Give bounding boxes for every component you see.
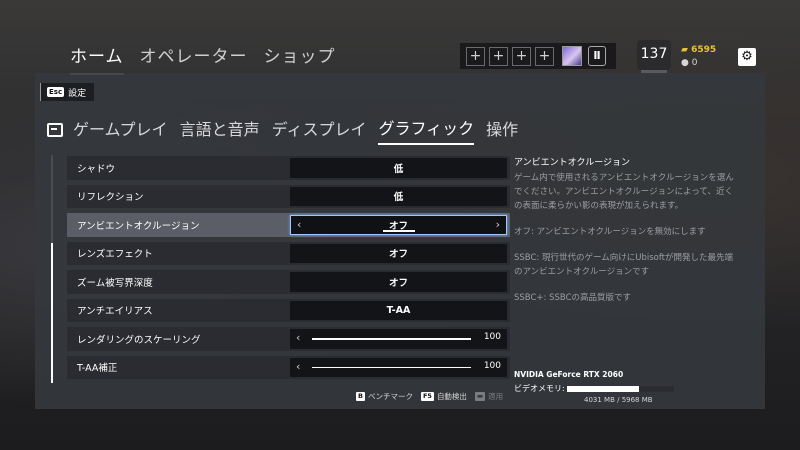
slider-track[interactable] [312,366,471,368]
description-text: ゲーム内で使用されるアンビエントオクルージョンを選んでください。アンビエントオク… [514,173,734,211]
apply-key-icon: ▬ [474,392,486,401]
squad-slots: + + + + Ⅱ [460,43,616,69]
setting-label: シャドウ [77,163,116,175]
chevron-left-icon[interactable]: ‹ [297,218,301,231]
vram-meter: ビデオメモリ: [514,383,674,394]
setting-row-zoom-dof[interactable]: ズーム被写界深度 オフ [67,270,510,294]
setting-value[interactable]: オフ [290,243,507,263]
f5-key-icon: F5 [420,392,434,401]
setting-row-anti-aliasing[interactable]: アンチエイリアス T-AA [67,298,510,322]
gear-icon: ⚙ [741,49,753,64]
nav-home[interactable]: ホーム [70,42,124,75]
description-title: アンビエントオクルージョン [514,158,631,168]
setting-label: T-AA補正 [77,363,118,375]
tab-gameplay[interactable]: ゲームプレイ [73,116,168,144]
gpu-name: NVIDIA GeForce RTX 2060 [514,370,624,379]
tab-controls[interactable]: 操作 [486,116,518,144]
setting-value[interactable]: 低 [290,158,507,178]
setting-label: リフレクション [77,192,144,204]
description-option: SSBC: 現行世代のゲーム向けにUbisoftが開発した最先端のアンビエントオ… [514,253,734,277]
taa-sharpness-slider[interactable]: ‹ 100 [290,357,507,377]
avatar[interactable] [562,46,582,66]
benchmark-button[interactable]: B ベンチマーク [356,391,413,402]
setting-label: アンチエイリアス [77,306,153,318]
add-squad-member-button[interactable]: + [466,46,485,66]
nav-operators[interactable]: オペレーター [140,42,248,75]
player-level[interactable]: 137 [637,40,671,73]
autodetect-label: 自動検出 [436,392,467,401]
settings-list: シャドウ 低 リフレクション 低 アンビエントオクルージョン ‹ オフ › レン… [67,156,510,384]
setting-row-render-scaling[interactable]: レンダリングのスケーリング ‹ 100 [67,327,510,351]
setting-description: アンビエントオクルージョン ゲーム内で使用されるアンビエントオクルージョンを選ん… [514,156,736,317]
tab-language-audio[interactable]: 言語と音声 [180,116,260,144]
tab-graphics[interactable]: グラフィック [378,115,475,145]
chevron-left-icon[interactable]: ‹ [296,331,300,344]
esc-key-icon: Esc [47,87,65,97]
setting-value[interactable]: オフ [290,272,507,292]
rank-badge-icon: Ⅱ [588,46,606,66]
tab-category-icon [47,123,63,137]
nav-shop[interactable]: ショップ [264,42,336,75]
chevron-right-icon[interactable]: › [496,218,500,231]
add-squad-member-button[interactable]: + [512,46,531,66]
add-squad-member-button[interactable]: + [535,46,554,66]
setting-row-reflection[interactable]: リフレクション 低 [67,184,510,208]
setting-value[interactable]: 低 [290,186,507,206]
back-button[interactable]: Esc 設定 [40,83,95,101]
vram-label: ビデオメモリ: [514,384,565,393]
description-option: オフ: アンビエントオクルージョンを無効にします [514,227,706,237]
render-scaling-slider[interactable]: ‹ 100 [290,329,507,349]
r6-credits-value: 6595 [691,45,717,55]
setting-label: ズーム被写界深度 [77,277,153,289]
setting-value[interactable]: T-AA [290,300,507,320]
setting-selector[interactable]: ‹ オフ › [290,215,507,235]
slider-value: 100 [483,360,501,371]
autodetect-button[interactable]: F5 自動検出 [420,391,467,402]
currency-display: ▰ 6595 ● 0 [681,44,716,70]
value-indicator [383,229,415,232]
setting-label: レンズエフェクト [77,249,153,261]
description-option: SSBC+: SSBCの高品質版です [514,293,632,303]
settings-gear-button[interactable]: ⚙ [738,48,756,66]
settings-scrollbar[interactable] [51,155,53,383]
settings-tabs: ゲームプレイ 言語と音声 ディスプレイ グラフィック 操作 [47,115,530,145]
r6-credits-icon: ▰ [681,45,692,55]
add-squad-member-button[interactable]: + [489,46,508,66]
top-nav: ホーム オペレーター ショップ [70,42,352,75]
apply-label: 適用 [488,392,504,401]
vram-usage-text: 4031 MB / 5968 MB [584,396,653,404]
b-key-icon: B [356,392,365,401]
footer-actions: B ベンチマーク F5 自動検出 ▬ 適用 [356,391,503,402]
setting-row-taa-sharpness[interactable]: T-AA補正 ‹ 100 [67,355,510,379]
benchmark-label: ベンチマーク [367,392,413,401]
setting-label: レンダリングのスケーリング [77,334,201,346]
slider-track[interactable] [312,338,471,340]
chevron-left-icon[interactable]: ‹ [296,360,300,373]
setting-label: アンビエントオクルージョン [77,220,200,232]
back-label: 設定 [68,88,87,99]
vram-free [638,385,674,392]
vram-bar [566,385,674,392]
renown-value: 0 [691,58,698,68]
apply-button[interactable]: ▬ 適用 [474,391,504,402]
tab-display[interactable]: ディスプレイ [272,116,367,144]
scrollbar-thumb[interactable] [51,243,53,383]
setting-row-lens-effects[interactable]: レンズエフェクト オフ [67,241,510,265]
setting-row-ambient-occlusion[interactable]: アンビエントオクルージョン ‹ オフ › [67,213,510,237]
slider-value: 100 [483,332,501,342]
renown-icon: ● [681,58,692,68]
setting-row-shadow[interactable]: シャドウ 低 [67,156,510,180]
